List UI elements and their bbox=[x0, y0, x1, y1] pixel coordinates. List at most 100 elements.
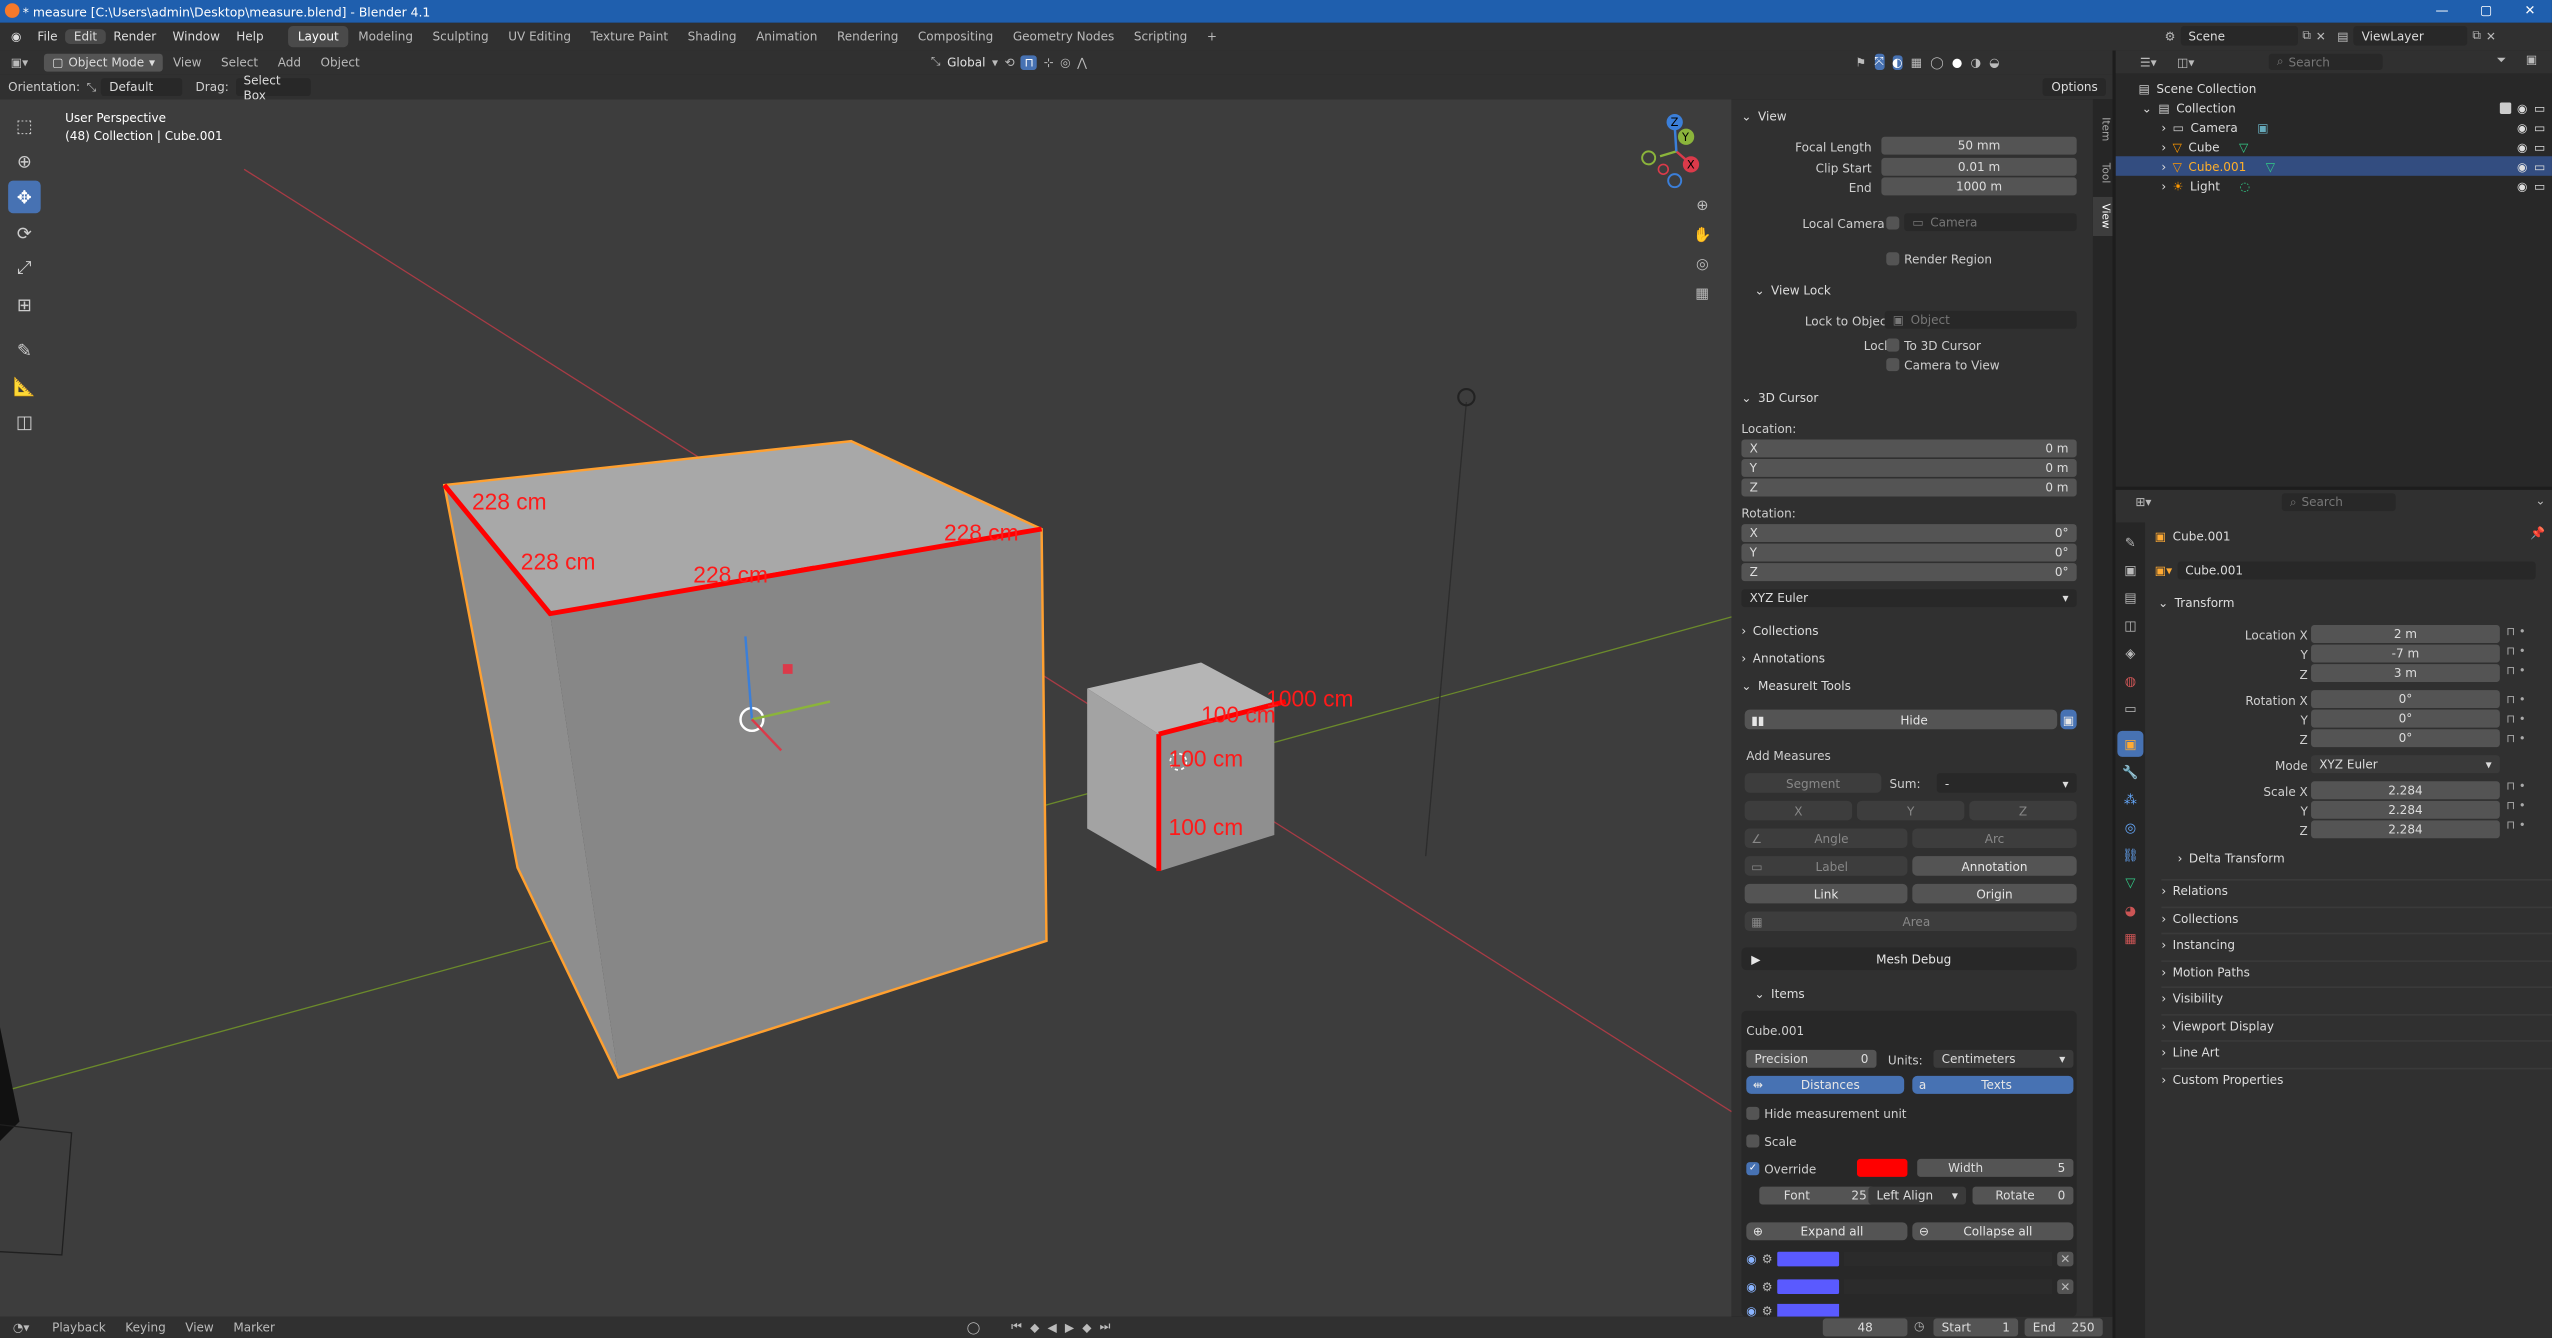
prev-keyframe-icon[interactable]: ◆ bbox=[1030, 1319, 1039, 1334]
lock-to-object-field[interactable]: ▣ Object bbox=[1884, 310, 2077, 329]
render-properties-icon[interactable]: ▣ bbox=[2117, 557, 2143, 583]
measure-item-color-bar[interactable] bbox=[1777, 1279, 1840, 1295]
timeline-editor-icon[interactable]: ◔▾ bbox=[0, 1320, 42, 1335]
override-color-swatch[interactable] bbox=[1856, 1158, 1908, 1177]
lock-icon[interactable]: ⊓ • bbox=[2506, 713, 2525, 731]
clip-end-field[interactable]: 1000 m bbox=[1881, 177, 2077, 196]
object-name-field[interactable]: Cube.001 bbox=[2177, 561, 2536, 580]
menu-keying[interactable]: Keying bbox=[116, 1317, 176, 1338]
transform-panel-header[interactable]: ⌄ Transform bbox=[2158, 596, 2234, 611]
motion-paths-header[interactable]: › Motion Paths bbox=[2161, 960, 2552, 980]
hide-unit-checkbox[interactable] bbox=[1746, 1106, 1760, 1120]
ortho-grid-icon[interactable]: ▦ bbox=[1689, 282, 1715, 308]
jump-start-icon[interactable]: ⏮ bbox=[1011, 1318, 1022, 1334]
measure-item-name[interactable] bbox=[1844, 1279, 2053, 1295]
collapse-all-button[interactable]: ⊖ Collapse all bbox=[1912, 1222, 2074, 1241]
collections-header[interactable]: › Collections bbox=[2161, 906, 2552, 926]
jump-end-icon[interactable]: ⏭ bbox=[1100, 1318, 1111, 1334]
view-panel-header[interactable]: ⌄ View bbox=[1741, 109, 1786, 124]
next-keyframe-icon[interactable]: ◆ bbox=[1082, 1319, 1091, 1334]
annotation-button[interactable]: Annotation bbox=[1912, 856, 2077, 876]
editor-type-icon[interactable]: ▣▾ bbox=[0, 55, 39, 70]
play-reverse-icon[interactable]: ◀ bbox=[1047, 1319, 1056, 1334]
to-3d-cursor-checkbox[interactable] bbox=[1886, 338, 1900, 352]
measure-y-button[interactable]: Y bbox=[1856, 800, 1965, 821]
lock-icon[interactable]: ⊓ • bbox=[2506, 780, 2525, 798]
gear-icon[interactable]: ⚙ bbox=[1762, 1304, 1773, 1317]
precision-field[interactable]: Precision 0 bbox=[1746, 1049, 1877, 1068]
close-icon[interactable]: ✕ bbox=[2057, 1251, 2074, 1267]
material-shading-icon[interactable]: ◑ bbox=[1970, 55, 1981, 70]
play-icon[interactable]: ▶ bbox=[1065, 1319, 1074, 1334]
texts-toggle[interactable]: a Texts bbox=[1912, 1075, 2074, 1094]
move-tool-icon[interactable]: ✥ bbox=[8, 180, 41, 214]
texture-properties-icon[interactable]: ▦ bbox=[2117, 925, 2143, 951]
constraints-properties-icon[interactable]: ⛓ bbox=[2117, 842, 2143, 868]
lock-icon[interactable]: ⊓ • bbox=[2506, 664, 2525, 682]
focal-length-field[interactable]: 50 mm bbox=[1881, 136, 2077, 155]
tab-modeling[interactable]: Modeling bbox=[348, 26, 422, 47]
transform-tool-icon[interactable]: ⊞ bbox=[8, 288, 41, 321]
rotation-x-field[interactable]: 0° bbox=[2311, 690, 2500, 709]
outliner-item-camera[interactable]: › ▭ Camera ▣ ◉ ▭ bbox=[2161, 117, 2545, 137]
distances-toggle[interactable]: ⇹ Distances bbox=[1746, 1075, 1905, 1094]
measure-item-row[interactable]: ◉ ⚙ ✕ bbox=[1746, 1250, 2074, 1268]
width-field[interactable]: Width 5 bbox=[1917, 1158, 2074, 1177]
scale-y-field[interactable]: 2.284 bbox=[2311, 800, 2500, 819]
measure-tool-icon[interactable]: 📐 bbox=[8, 369, 41, 402]
origin-button[interactable]: Origin bbox=[1912, 883, 2077, 904]
tab-rendering[interactable]: Rendering bbox=[827, 26, 908, 47]
minimize-button[interactable]: — bbox=[2420, 0, 2464, 23]
particles-properties-icon[interactable]: ⁂ bbox=[2117, 786, 2143, 812]
location-y-field[interactable]: -7 m bbox=[2311, 644, 2500, 663]
close-button[interactable]: ✕ bbox=[2508, 0, 2552, 23]
rendered-shading-icon[interactable]: ◒ bbox=[1989, 55, 2000, 70]
display-mode-icon[interactable]: ◫▾ bbox=[2168, 55, 2204, 70]
measure-x-button[interactable]: X bbox=[1744, 800, 1853, 821]
maximize-button[interactable]: ▢ bbox=[2464, 0, 2508, 23]
current-frame-field[interactable]: 48 bbox=[1822, 1318, 1908, 1337]
zoom-icon[interactable]: ⊕ bbox=[1689, 194, 1715, 220]
collection-row[interactable]: ⌄ ▤ Collection ◉ ▭ bbox=[2142, 98, 2546, 118]
lock-icon[interactable]: ⊓ • bbox=[2506, 693, 2525, 711]
solid-shading-icon[interactable]: ● bbox=[1952, 55, 1963, 70]
measure-item-color-bar[interactable] bbox=[1777, 1251, 1840, 1267]
record-icon[interactable]: ◯ bbox=[967, 1319, 980, 1334]
local-camera-checkbox[interactable] bbox=[1886, 216, 1900, 230]
outliner-item-cube001[interactable]: › ▽ Cube.001 ▽ ◉ ▭ bbox=[2115, 156, 2552, 176]
proportional-edit-icon[interactable]: ◎ bbox=[1060, 55, 1071, 70]
visibility-header[interactable]: › Visibility bbox=[2161, 986, 2552, 1006]
scale-tool-icon[interactable]: ⤢ bbox=[8, 252, 41, 285]
line-art-header[interactable]: › Line Art bbox=[2161, 1040, 2552, 1060]
view-layer-properties-icon[interactable]: ◫ bbox=[2117, 612, 2143, 638]
expand-all-button[interactable]: ⊕ Expand all bbox=[1746, 1222, 1908, 1241]
pin-icon[interactable]: 📌 bbox=[2530, 526, 2545, 541]
drag-selector[interactable]: Select Box bbox=[235, 72, 311, 102]
visibility-icon[interactable]: ⚑ bbox=[1855, 55, 1866, 70]
orientation-selector[interactable]: Default bbox=[101, 78, 183, 97]
menu-playback[interactable]: Playback bbox=[42, 1317, 115, 1338]
scale-checkbox[interactable] bbox=[1746, 1134, 1760, 1148]
outliner-item-cube[interactable]: › ▽ Cube ▽ ◉ ▭ bbox=[2161, 137, 2545, 157]
cursor-rot-z-field[interactable]: Z 0° bbox=[1741, 563, 2077, 582]
options-button[interactable]: Options bbox=[2043, 78, 2106, 97]
local-camera-field[interactable]: ▭ Camera bbox=[1904, 213, 2077, 232]
add-workspace-button[interactable]: + bbox=[1197, 26, 1227, 47]
properties-editor-icon[interactable]: ⊞▾ bbox=[2126, 495, 2162, 510]
link-button[interactable]: Link bbox=[1744, 883, 1908, 904]
object-properties-icon[interactable]: ▣ bbox=[2117, 730, 2144, 757]
tab-item[interactable]: Item bbox=[2093, 109, 2112, 148]
measure-item-row[interactable]: ◉ ⚙ bbox=[1746, 1303, 2073, 1317]
xray-icon[interactable]: ▦ bbox=[1911, 55, 1922, 70]
mode-selector[interactable]: ▢ Object Mode ▾ bbox=[43, 53, 164, 72]
measure-item-row[interactable]: ◉ ⚙ ✕ bbox=[1746, 1278, 2074, 1296]
segment-button[interactable]: Segment bbox=[1744, 773, 1882, 793]
menu-file[interactable]: File bbox=[29, 29, 65, 44]
material-properties-icon[interactable]: ◕ bbox=[2117, 897, 2143, 923]
eye-icon[interactable]: ◉ bbox=[1746, 1279, 1757, 1294]
new-scene-icon[interactable]: ⧉ bbox=[2302, 28, 2311, 44]
eye-icon[interactable]: ◉ bbox=[1746, 1252, 1757, 1267]
gear-icon[interactable]: ⚙ bbox=[1762, 1279, 1773, 1294]
snap-icon[interactable]: ⊓ bbox=[1021, 54, 1038, 70]
menu-help[interactable]: Help bbox=[228, 29, 272, 44]
